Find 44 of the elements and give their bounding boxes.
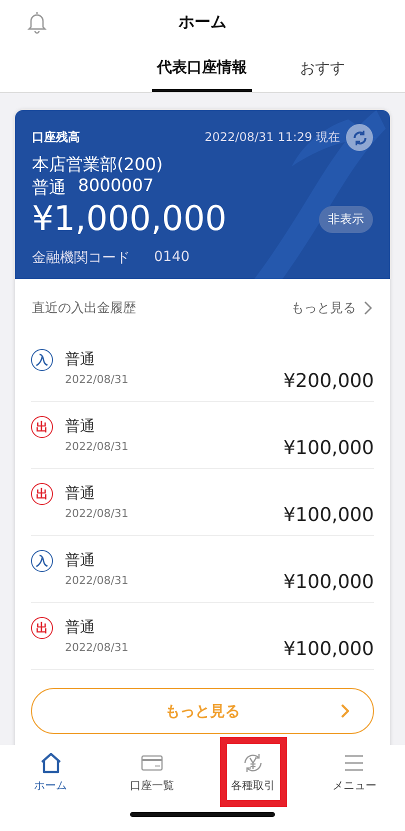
transaction-name: 普通 [65, 350, 96, 369]
refresh-icon [350, 128, 368, 146]
branch-name: 本店営業部(200) [32, 154, 164, 176]
history-title: 直近の入出金履歴 [32, 300, 137, 317]
transaction-badge: 入 [31, 349, 53, 371]
transaction-date: 2022/08/31 [65, 507, 130, 520]
more-link[interactable]: もっと見る [291, 299, 356, 317]
nav-tab[interactable]: メニュー [304, 745, 405, 797]
page-title: ホーム [178, 12, 226, 33]
account-type: 普通 [32, 177, 66, 199]
transaction-amount: ¥100,000 [283, 638, 374, 660]
transaction-amount: ¥100,000 [283, 437, 374, 459]
nav-tab[interactable]: ホーム [0, 745, 102, 797]
timestamp: 2022/08/31 11:29 現在 [204, 129, 340, 146]
house-icon [38, 751, 63, 775]
bell-icon[interactable] [27, 10, 47, 34]
transaction-amount: ¥100,000 [283, 571, 374, 593]
bank-code: 0140 [154, 249, 190, 267]
transaction-date: 2022/08/31 [65, 574, 130, 587]
transaction-amount: ¥100,000 [283, 504, 374, 526]
balance-label: 口座残高 [32, 129, 81, 146]
transaction-badge: 入 [31, 550, 53, 572]
chevron-right-icon [341, 704, 349, 718]
transaction-name: 普通 [65, 484, 96, 503]
tab[interactable]: 代表口座情報 [152, 45, 252, 92]
bank-code-label: 金融機関コード [32, 249, 130, 267]
balance-amount: ¥1,000,000 [32, 199, 227, 239]
account-number: 8000007 [78, 176, 154, 198]
chevron-right-icon [364, 301, 372, 315]
transaction-badge: 出 [31, 617, 53, 639]
transaction-name: 普通 [65, 551, 96, 570]
transaction-date: 2022/08/31 [65, 373, 130, 386]
transaction-name: 普通 [65, 417, 96, 436]
refresh-button[interactable] [346, 124, 373, 151]
nav-tab[interactable]: 各種取引 [202, 745, 304, 797]
transaction-amount: ¥200,000 [283, 370, 374, 392]
transaction-badge: 出 [31, 483, 53, 505]
transaction-badge: 出 [31, 416, 53, 438]
transaction-date: 2022/08/31 [65, 440, 130, 453]
hide-button[interactable]: 非表示 [319, 206, 373, 232]
nav-tab[interactable]: 口座一覧 [101, 745, 202, 797]
transaction-name: 普通 [65, 618, 96, 637]
tab[interactable]: おすす [300, 45, 345, 92]
transaction-date: 2022/08/31 [65, 641, 130, 654]
